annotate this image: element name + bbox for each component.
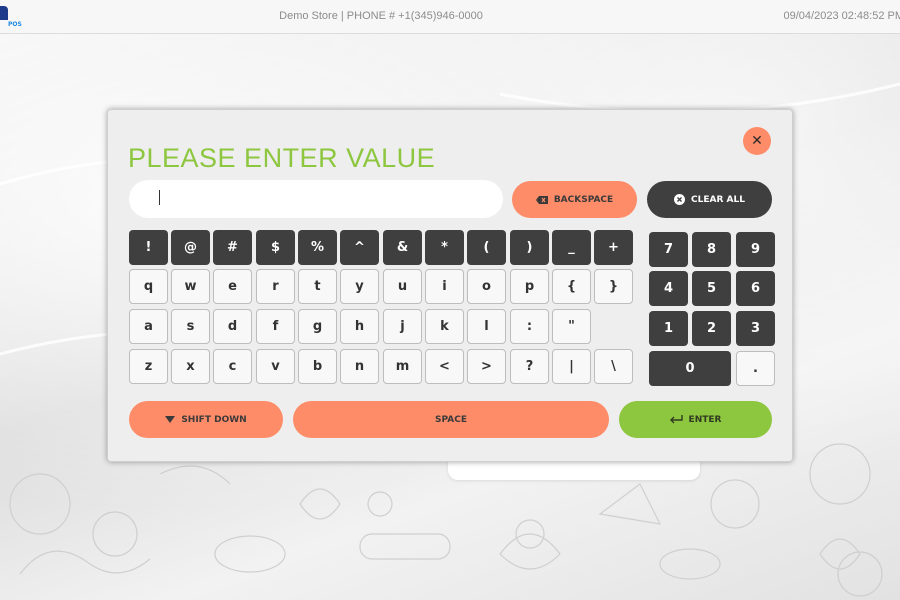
key-less-than[interactable]: <	[425, 349, 464, 384]
key-question[interactable]: ?	[510, 349, 549, 384]
key-greater-than[interactable]: >	[467, 349, 506, 384]
key-g[interactable]: g	[298, 309, 337, 344]
key-r[interactable]: r	[256, 269, 295, 304]
key-quote[interactable]: "	[552, 309, 591, 344]
key-b[interactable]: b	[298, 349, 337, 384]
key-w[interactable]: w	[171, 269, 210, 304]
text-caret	[159, 190, 160, 205]
key-h[interactable]: h	[340, 309, 379, 344]
enter-label: ENTER	[688, 414, 722, 425]
key-c[interactable]: c	[213, 349, 252, 384]
numpad-decimal[interactable]: .	[736, 351, 775, 386]
key-n[interactable]: n	[340, 349, 379, 384]
numpad-5[interactable]: 5	[692, 271, 731, 306]
backspace-label: BACKSPACE	[553, 194, 614, 205]
key-dollar[interactable]: $	[256, 230, 295, 265]
value-entry-modal: ✕ PLEASE ENTER VALUE BACKSPACE CLEAR ALL…	[107, 109, 793, 462]
datetime: 09/04/2023 02:48:52 PM	[783, 10, 900, 22]
key-p[interactable]: p	[510, 269, 549, 304]
key-v[interactable]: v	[256, 349, 295, 384]
key-o[interactable]: o	[467, 269, 506, 304]
key-colon[interactable]: :	[510, 309, 549, 344]
key-u[interactable]: u	[383, 269, 422, 304]
key-m[interactable]: m	[383, 349, 422, 384]
key-ampersand[interactable]: &	[383, 230, 422, 265]
modal-title: PLEASE ENTER VALUE	[128, 143, 436, 173]
key-z[interactable]: z	[129, 349, 168, 384]
key-l[interactable]: l	[467, 309, 506, 344]
numpad-9[interactable]: 9	[736, 232, 775, 267]
key-lparen[interactable]: (	[467, 230, 506, 265]
numpad-7[interactable]: 7	[649, 232, 688, 267]
clear-all-label: CLEAR ALL	[691, 194, 745, 205]
key-caret[interactable]: ^	[340, 230, 379, 265]
backspace-button[interactable]: BACKSPACE	[512, 181, 637, 218]
key-j[interactable]: j	[383, 309, 422, 344]
key-rparen[interactable]: )	[510, 230, 549, 265]
shift-down-button[interactable]: SHIFT DOWN	[129, 401, 283, 438]
key-plus[interactable]: +	[594, 230, 633, 265]
top-bar: POS Demo Store | PHONE # +1(345)946-0000…	[0, 0, 900, 34]
close-button[interactable]: ✕	[743, 127, 771, 155]
key-pipe[interactable]: |	[552, 349, 591, 384]
clear-all-button[interactable]: CLEAR ALL	[647, 181, 772, 218]
value-input[interactable]	[129, 180, 503, 218]
key-f[interactable]: f	[256, 309, 295, 344]
key-d[interactable]: d	[213, 309, 252, 344]
key-k[interactable]: k	[425, 309, 464, 344]
key-asterisk[interactable]: *	[425, 230, 464, 265]
key-s[interactable]: s	[171, 309, 210, 344]
key-rbrace[interactable]: }	[594, 269, 633, 304]
triangle-down-icon	[165, 416, 176, 423]
store-info: Demo Store | PHONE # +1(345)946-0000	[279, 10, 483, 22]
key-e[interactable]: e	[213, 269, 252, 304]
shift-label: SHIFT DOWN	[181, 414, 247, 425]
key-x[interactable]: x	[171, 349, 210, 384]
clear-circle-icon	[674, 194, 686, 205]
numpad-1[interactable]: 1	[649, 311, 688, 346]
key-backslash[interactable]: \	[594, 349, 633, 384]
space-label: SPACE	[435, 414, 467, 425]
key-t[interactable]: t	[298, 269, 337, 304]
key-at[interactable]: @	[171, 230, 210, 265]
key-i[interactable]: i	[425, 269, 464, 304]
space-button[interactable]: SPACE	[293, 401, 609, 438]
key-exclaim[interactable]: !	[129, 230, 168, 265]
numpad-3[interactable]: 3	[736, 311, 775, 346]
backspace-icon	[535, 195, 548, 204]
logo-text: POS	[8, 21, 22, 28]
key-underscore[interactable]: _	[552, 230, 591, 265]
key-q[interactable]: q	[129, 269, 168, 304]
key-lbrace[interactable]: {	[552, 269, 591, 304]
enter-button[interactable]: ENTER	[619, 401, 772, 438]
key-a[interactable]: a	[129, 309, 168, 344]
numpad-6[interactable]: 6	[736, 271, 775, 306]
numpad-0[interactable]: 0	[649, 351, 731, 386]
close-icon: ✕	[751, 133, 763, 149]
enter-return-icon	[669, 415, 683, 424]
key-percent[interactable]: %	[298, 230, 337, 265]
key-hash[interactable]: #	[213, 230, 252, 265]
numpad-8[interactable]: 8	[692, 232, 731, 267]
numpad-4[interactable]: 4	[649, 271, 688, 306]
numpad-2[interactable]: 2	[692, 311, 731, 346]
key-y[interactable]: y	[340, 269, 379, 304]
